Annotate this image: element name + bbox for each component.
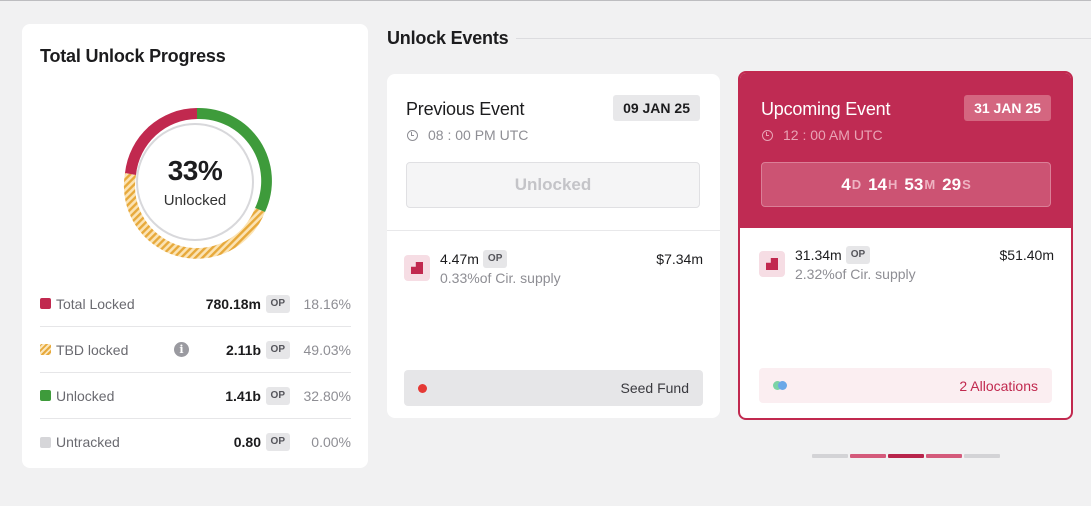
countdown-days: 4 [841, 174, 851, 194]
legend-name: Total Locked [56, 295, 135, 312]
event-date-badge: 09 JAN 25 [613, 95, 700, 121]
countdown-hours: 14 [868, 174, 888, 194]
allocation-row: 31.34m OP 2.32%of Cir. supply $51.40m [759, 246, 1054, 296]
clock-icon [762, 129, 773, 141]
token-badge: OP [265, 294, 290, 313]
allocation-usd-value: $51.40m [999, 247, 1054, 263]
unlock-events-title: Unlock Events [387, 28, 509, 48]
section-divider [516, 38, 1091, 39]
allocations-pill[interactable]: 2 Allocations [759, 368, 1052, 403]
event-name: Previous Event [406, 99, 525, 119]
token-badge: OP [265, 386, 290, 405]
pager-segment[interactable] [850, 454, 886, 458]
card-divider [387, 230, 720, 231]
progress-title: Total Unlock Progress [40, 46, 226, 66]
event-time-text: 12 : 00 AM UTC [783, 127, 883, 143]
legend-row-unlocked: Unlocked 1.41b OP 32.80% [40, 373, 351, 419]
allocation-supply: 0.33%of Cir. supply [440, 270, 561, 286]
locked-swatch [40, 298, 51, 309]
carousel-pager [812, 454, 1000, 458]
legend-percent: 49.03% [303, 341, 351, 358]
countdown-hours-unit: H [888, 177, 898, 192]
unlocked-percent-label: Unlocked [163, 191, 227, 209]
countdown-days-unit: D [851, 177, 862, 192]
legend-value: 2.11b [225, 341, 261, 358]
legend-percent: 32.80% [303, 387, 351, 404]
countdown-minutes: 53 [904, 174, 924, 194]
legend-percent: 0.00% [311, 434, 351, 450]
legend-row-total-locked: Total Locked 780.18m OP 18.16% [40, 281, 351, 327]
unlocked-percent: 33% [167, 154, 223, 186]
legend-name: TBD locked [56, 341, 129, 358]
pager-segment[interactable] [964, 454, 1000, 458]
pill-label: 2 Allocations [959, 377, 1038, 394]
allocation-icon [759, 251, 785, 277]
countdown-timer: 4 D 14 H 53 M 29 S [761, 162, 1051, 207]
unlocked-swatch [40, 390, 51, 401]
token-badge: OP [265, 433, 290, 451]
allocation-row: 4.47m OP 0.33%of Cir. supply $7.34m [404, 250, 703, 300]
info-icon[interactable]: i [174, 342, 189, 357]
event-time: 08 : 00 PM UTC [407, 127, 528, 143]
pager-segment[interactable] [926, 454, 962, 458]
legend-name: Untracked [56, 434, 120, 450]
allocation-icon [404, 255, 430, 281]
countdown-seconds: 29 [942, 174, 962, 194]
legend-percent: 18.16% [303, 295, 351, 312]
previous-event-card[interactable]: Previous Event 09 JAN 25 08 : 00 PM UTC … [387, 74, 720, 418]
legend-value: 0.80 [233, 434, 261, 450]
legend-name: Unlocked [56, 387, 115, 404]
unlock-progress-card: Total Unlock Progress 33% Unlocked Total… [22, 24, 368, 468]
pager-segment[interactable] [812, 454, 848, 458]
unlock-donut-chart: 33% Unlocked [118, 100, 272, 262]
pager-segment-active[interactable] [888, 454, 924, 458]
seed-fund-pill[interactable]: Seed Fund [404, 370, 703, 406]
event-name: Upcoming Event [761, 99, 891, 119]
clock-icon [407, 129, 418, 141]
countdown-minutes-unit: M [924, 177, 936, 192]
category-dot-icon [418, 383, 427, 393]
token-badge: OP [265, 340, 290, 359]
allocation-usd-value: $7.34m [656, 251, 703, 267]
token-badge: OP [845, 246, 871, 264]
legend-value: 780.18m [205, 295, 261, 312]
event-time: 12 : 00 AM UTC [762, 127, 883, 143]
allocation-supply: 2.32%of Cir. supply [795, 266, 916, 282]
tbd-swatch [40, 344, 51, 355]
countdown-seconds-unit: S [962, 177, 971, 192]
legend-row-untracked: Untracked 0.80 OP 0.00% [40, 419, 351, 465]
unlocked-status-button[interactable]: Unlocked [406, 162, 700, 208]
allocation-amount: 31.34m [795, 247, 842, 263]
legend-value: 1.41b [225, 387, 261, 404]
event-date-badge: 31 JAN 25 [964, 95, 1051, 121]
untracked-swatch [40, 436, 51, 448]
allocation-dots-icon [773, 380, 793, 391]
allocation-amount: 4.47m [440, 251, 479, 267]
legend-row-tbd-locked: TBD locked i 2.11b OP 49.03% [40, 327, 351, 373]
upcoming-event-card[interactable]: Upcoming Event 31 JAN 25 12 : 00 AM UTC … [738, 71, 1073, 420]
event-time-text: 08 : 00 PM UTC [428, 127, 529, 143]
token-badge: OP [482, 250, 508, 268]
pill-label: Seed Fund [620, 380, 690, 396]
unlock-legend: Total Locked 780.18m OP 18.16% TBD locke… [40, 281, 351, 465]
